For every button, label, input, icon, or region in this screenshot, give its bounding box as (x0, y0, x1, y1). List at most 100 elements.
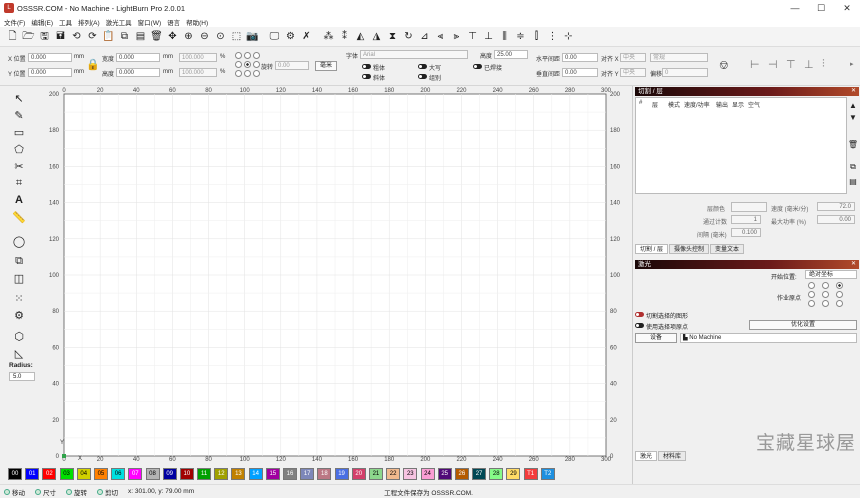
align-center-edge-icon[interactable]: ⊣ (768, 58, 778, 71)
palette-swatch-17[interactable]: 17 (300, 468, 315, 480)
ungroup-icon[interactable]: ⁑ (338, 30, 351, 43)
palette-swatch-21[interactable]: 21 (368, 468, 383, 480)
anchor-br[interactable] (253, 70, 260, 77)
open-folder-icon[interactable]: 🗁 (22, 30, 35, 43)
flip-vertical-icon[interactable]: ◮ (370, 30, 383, 43)
redo-icon[interactable]: ⟳ (86, 30, 99, 43)
boolean-union-icon[interactable]: ⧉ (11, 254, 27, 268)
align-x-select[interactable]: 中央 (620, 53, 646, 62)
palette-swatch-03[interactable]: 03 (59, 468, 74, 480)
workspace-grid[interactable]: 0 0 20 20 40 40 60 60 80 80 100 100 120 120 140 140 160 1… (40, 86, 630, 464)
copy-icon[interactable]: ⧉ (118, 30, 131, 43)
align-vcenter-icon[interactable]: ≑ (514, 30, 527, 43)
origin-br[interactable] (836, 300, 843, 307)
origin-bl[interactable] (808, 300, 815, 307)
width-percent-input[interactable]: 100.000 (179, 53, 217, 62)
zoom-in-icon[interactable]: ⊕ (182, 30, 195, 43)
palette-swatch-23[interactable]: 23 (403, 468, 418, 480)
text-mode-select[interactable]: 常规 (650, 53, 708, 62)
undo-icon[interactable]: ⟲ (70, 30, 83, 43)
anchor-ml[interactable] (235, 61, 242, 68)
scissors-icon[interactable]: ✂ (11, 159, 27, 173)
palette-swatch-09[interactable]: 09 (162, 468, 177, 480)
menu-arrange[interactable]: 排列(A) (78, 17, 100, 27)
passes-input[interactable]: 1 (731, 215, 761, 224)
settings-gear-icon[interactable]: ⚙ (284, 30, 297, 43)
layers-table[interactable]: # 层 模式 速度/功率 输出 显示 空气 (635, 97, 847, 194)
palette-swatch-25[interactable]: 25 (437, 468, 452, 480)
maximize-button[interactable]: ☐ (808, 0, 834, 16)
palette-swatch-00[interactable]: 00 (8, 468, 22, 480)
anchor-tr[interactable] (253, 52, 260, 59)
align-y-select[interactable]: 中央 (620, 68, 646, 77)
origin-tc[interactable] (822, 282, 829, 289)
menu-window[interactable]: 窗口(W) (138, 17, 161, 27)
mm-toggle-button[interactable]: 毫米 (315, 61, 337, 71)
palette-swatch-05[interactable]: 05 (93, 468, 108, 480)
workspace-canvas[interactable]: 0 0 20 20 40 40 60 60 80 80 100 100 120 120 140 140 160 1… (40, 86, 630, 464)
optimize-settings-button[interactable]: 优化设置 (749, 320, 857, 330)
radius-input[interactable]: 5.0 (9, 372, 35, 381)
layer-up-icon[interactable]: ▲ (848, 100, 858, 110)
origin-ml[interactable] (808, 291, 815, 298)
monitor-icon[interactable]: 🖵 (268, 30, 281, 43)
height-input[interactable]: 0.000 (116, 68, 160, 77)
zoom-out-icon[interactable]: ⊖ (198, 30, 211, 43)
clipboard-icon[interactable]: 📋 (102, 30, 115, 43)
text-tool-icon[interactable]: A (11, 193, 27, 207)
text-height-input[interactable]: 25.00 (494, 50, 528, 59)
italic-toggle[interactable] (362, 74, 371, 79)
lock-icon[interactable]: 🔒 (86, 58, 100, 71)
align-mid-edge-icon[interactable]: ⫶ (822, 58, 825, 71)
y-position-input[interactable]: 0.000 (28, 68, 72, 77)
boolean-subtract-icon[interactable]: ◫ (11, 271, 27, 285)
x-position-input[interactable]: 0.000 (28, 53, 72, 62)
palette-swatch-28[interactable]: 28 (489, 468, 504, 480)
rotate-input[interactable]: 0.00 (275, 61, 309, 70)
align-left-icon[interactable]: ⫷ (434, 30, 447, 43)
cuts-panel-close-icon[interactable]: ✕ (851, 87, 856, 96)
zoom-selection-icon[interactable]: ⬚ (230, 30, 243, 43)
flip-horizontal-icon[interactable]: ◭ (354, 30, 367, 43)
palette-swatch-24[interactable]: 24 (420, 468, 435, 480)
zoom-fit-icon[interactable]: ⊙ (214, 30, 227, 43)
tab-camera-control[interactable]: 摄像头控制 (669, 244, 710, 254)
offset-input[interactable]: 0 (662, 68, 708, 77)
close-button[interactable]: ✕ (834, 0, 860, 16)
palette-swatch-20[interactable]: 20 (351, 468, 366, 480)
height-percent-input[interactable]: 100.000 (179, 68, 217, 77)
menu-file[interactable]: 文件(F) (4, 17, 25, 27)
center-page-icon[interactable]: ⊹ (562, 30, 575, 43)
status-move[interactable]: 移动 (4, 487, 25, 497)
welded-toggle[interactable] (473, 64, 482, 69)
palette-swatch-26[interactable]: 26 (454, 468, 469, 480)
devices-button[interactable]: 设备 (635, 333, 677, 343)
align-top-icon[interactable]: ⊤ (466, 30, 479, 43)
layer-delete-icon[interactable]: 🗑 (848, 139, 858, 149)
camera-icon[interactable]: 📷 (246, 30, 259, 43)
new-file-icon[interactable]: 🗋 (6, 30, 19, 43)
palette-swatch-22[interactable]: 22 (386, 468, 401, 480)
palette-swatch-01[interactable]: 01 (25, 468, 40, 480)
palette-swatch-12[interactable]: 12 (214, 468, 229, 480)
menu-laser-tools[interactable]: 激光工具 (106, 17, 132, 27)
anchor-bc[interactable] (244, 70, 251, 77)
save-as-icon[interactable]: 🖬 (54, 30, 67, 43)
palette-swatch-11[interactable]: 11 (197, 468, 212, 480)
measure-icon[interactable]: 📏 (11, 210, 27, 224)
menu-language[interactable]: 语言 (167, 17, 180, 27)
apply-path-icon[interactable]: ⎊ (719, 58, 729, 73)
palette-swatch-06[interactable]: 06 (111, 468, 126, 480)
save-icon[interactable]: 🖫 (38, 30, 51, 43)
edit-nodes-icon[interactable]: ⌗ (11, 176, 27, 190)
menu-help[interactable]: 帮助(H) (186, 17, 208, 27)
origin-mr[interactable] (836, 291, 843, 298)
origin-bc[interactable] (822, 300, 829, 307)
palette-swatch-14[interactable]: 14 (248, 468, 263, 480)
palette-swatch-02[interactable]: 02 (42, 468, 57, 480)
layer-paste-icon[interactable]: ▤ (848, 176, 858, 186)
upper-toggle[interactable] (418, 64, 427, 69)
fillet-corner-icon[interactable]: ⬡ (11, 329, 27, 343)
origin-tl[interactable] (808, 282, 815, 289)
distribute-v-icon[interactable]: ⋮ (546, 30, 559, 43)
